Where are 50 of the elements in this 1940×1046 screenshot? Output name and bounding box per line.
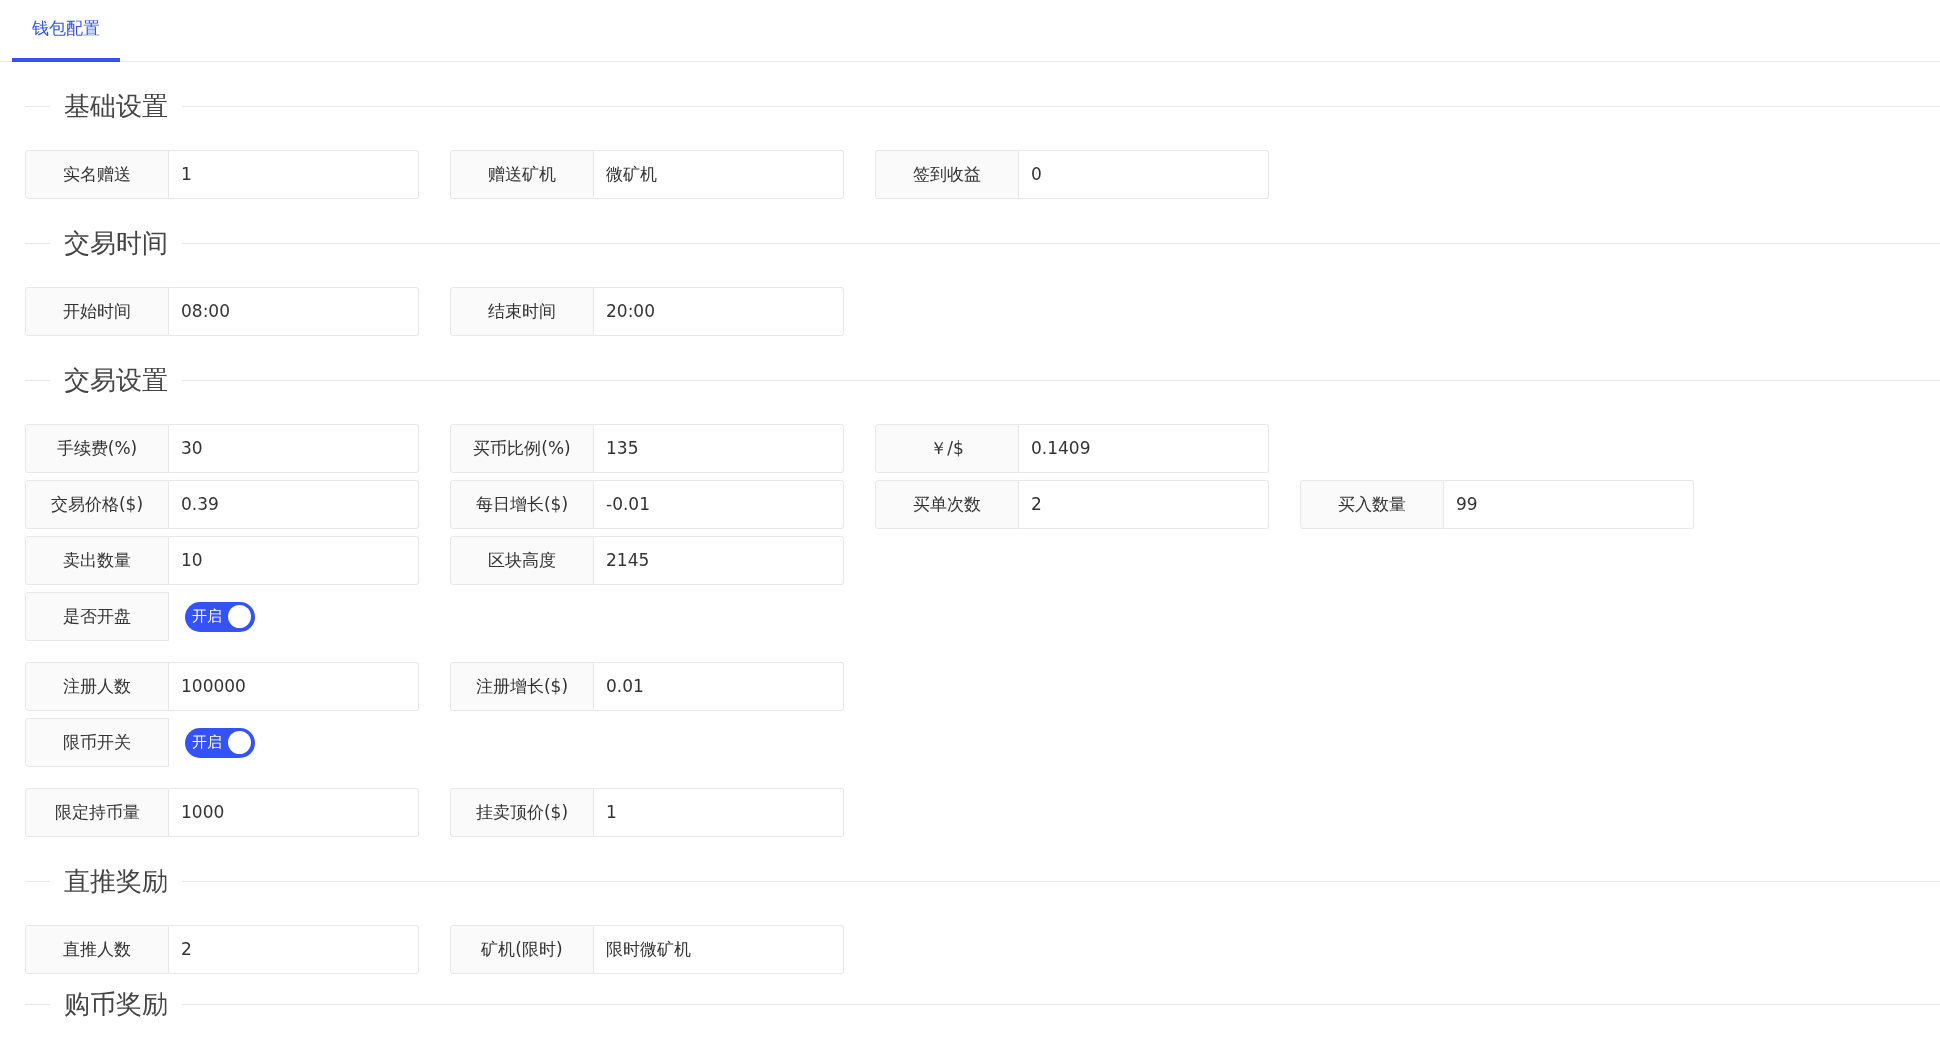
field-label: 区块高度 <box>450 536 594 585</box>
field-label: 限币开关 <box>25 718 169 767</box>
section-heading: 基础设置 <box>63 89 169 123</box>
value-field[interactable]: 0.01 <box>594 662 844 711</box>
value-field[interactable]: 08:00 <box>169 287 419 336</box>
field-label: 挂卖顶价($) <box>450 788 594 837</box>
value-field[interactable]: 2145 <box>594 536 844 585</box>
value-field[interactable]: 135 <box>594 424 844 473</box>
field-label: 手续费(%) <box>25 424 169 473</box>
field-label: 是否开盘 <box>25 592 169 641</box>
value-field[interactable]: 0.1409 <box>1019 424 1269 473</box>
field-label: 结束时间 <box>450 287 594 336</box>
field-label: 每日增长($) <box>450 480 594 529</box>
value-field[interactable]: 微矿机 <box>594 150 844 199</box>
value-field[interactable]: 1 <box>594 788 844 837</box>
field-label: 交易价格($) <box>25 480 169 529</box>
field-label: 直推人数 <box>25 925 169 974</box>
value-field[interactable]: 99 <box>1444 480 1694 529</box>
value-field[interactable]: 30 <box>169 424 419 473</box>
field-label: 注册增长($) <box>450 662 594 711</box>
field-label: 买入数量 <box>1300 480 1444 529</box>
section-heading: 交易设置 <box>63 363 169 397</box>
value-field[interactable]: 10 <box>169 536 419 585</box>
field-label: 买币比例(%) <box>450 424 594 473</box>
value-field[interactable]: 0.39 <box>169 480 419 529</box>
value-field[interactable]: 限时微矿机 <box>594 925 844 974</box>
field-label: ￥/$ <box>875 424 1019 473</box>
field-label: 卖出数量 <box>25 536 169 585</box>
value-field[interactable]: 20:00 <box>594 287 844 336</box>
value-field[interactable]: 100000 <box>169 662 419 711</box>
section-heading: 交易时间 <box>63 226 169 260</box>
toggle-switch[interactable]: 开启 <box>185 727 255 758</box>
value-field[interactable]: 2 <box>1019 480 1269 529</box>
field-label: 开始时间 <box>25 287 169 336</box>
field-label: 限定持币量 <box>25 788 169 837</box>
field-label: 实名赠送 <box>25 150 169 199</box>
value-field[interactable]: 2 <box>169 925 419 974</box>
value-field[interactable]: 1000 <box>169 788 419 837</box>
value-field[interactable]: -0.01 <box>594 480 844 529</box>
value-field[interactable]: 0 <box>1019 150 1269 199</box>
value-field[interactable]: 1 <box>169 150 419 199</box>
field-label: 矿机(限时) <box>450 925 594 974</box>
field-label: 签到收益 <box>875 150 1019 199</box>
field-label: 买单次数 <box>875 480 1019 529</box>
field-label: 赠送矿机 <box>450 150 594 199</box>
tab[interactable]: 钱包配置 <box>12 0 120 62</box>
field-label: 注册人数 <box>25 662 169 711</box>
section-heading: 直推奖励 <box>63 864 169 898</box>
toggle-switch[interactable]: 开启 <box>185 601 255 632</box>
section-heading: 购币奖励 <box>63 987 169 1021</box>
